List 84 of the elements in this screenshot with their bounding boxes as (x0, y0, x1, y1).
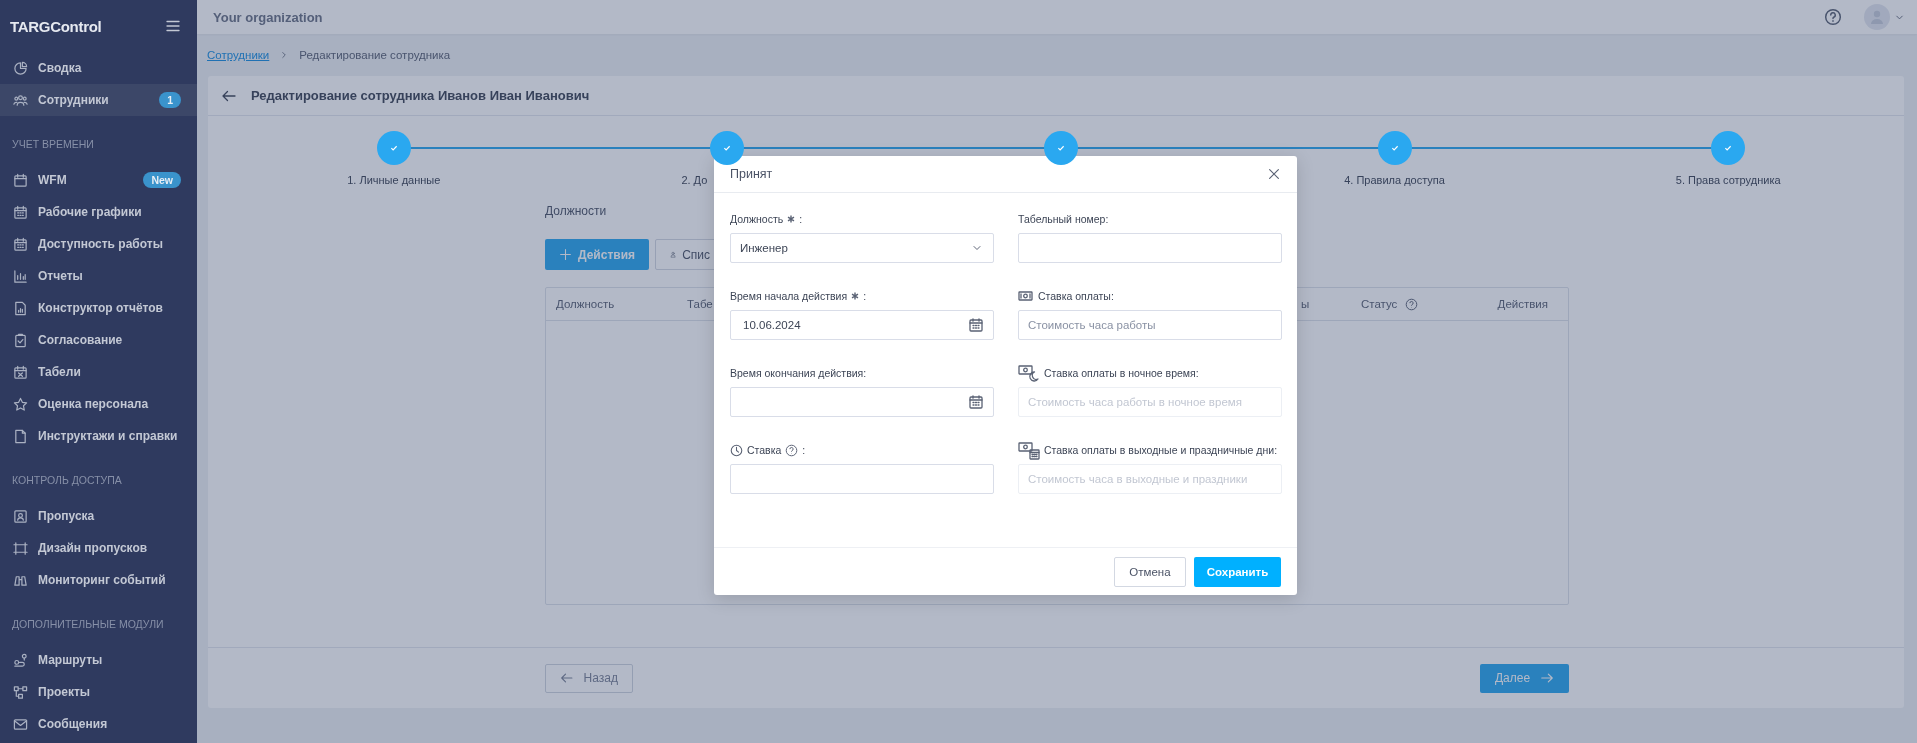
nodes-icon (13, 684, 28, 700)
step-label: 5. Права сотрудника (1675, 174, 1781, 186)
breadcrumb-current: Редактирование сотрудника (299, 49, 451, 61)
calendar-icon (968, 317, 984, 333)
close-icon (1267, 167, 1281, 181)
field-label: Время начала действия (730, 290, 848, 302)
field-label: Ставка оплаты в выходные и праздничные дни: (1044, 444, 1278, 456)
column-header: Действия (1497, 298, 1548, 310)
field-label: Ставка (747, 444, 782, 456)
column-header: Должность (556, 298, 615, 310)
label-colon: : (802, 444, 806, 456)
count-badge: New (143, 172, 181, 188)
sidebar-item[interactable]: Инструктажи и справки (0, 420, 197, 452)
clock-icon (730, 443, 743, 457)
sidebar-item[interactable]: Доступность работы (0, 228, 197, 260)
step-label: 4. Правила доступа (1344, 174, 1445, 186)
count-badge: 1 (159, 92, 181, 108)
sidebar-item[interactable]: Сводка (0, 52, 197, 84)
sidebar-item[interactable]: Мониторинг событий (0, 564, 197, 596)
sidebar-item[interactable]: WFM New (0, 164, 197, 196)
sidebar-item[interactable]: Рабочие графики (0, 196, 197, 228)
frame-design-icon (13, 540, 28, 556)
organization-name: Your organization (213, 9, 324, 25)
envelope-icon (13, 716, 28, 732)
chart-file-icon (13, 300, 28, 316)
input-field[interactable] (1018, 233, 1282, 263)
sidebar-item[interactable]: Дизайн пропусков (0, 532, 197, 564)
menu-icon (165, 18, 181, 34)
calendar-cross-icon (13, 364, 28, 380)
column-header: ы (1301, 298, 1310, 310)
step-label: 2. До (681, 174, 708, 186)
sidebar-item[interactable]: Сообщения (0, 708, 197, 740)
help-icon (1824, 8, 1842, 26)
sidebar-item[interactable]: Табели (0, 356, 197, 388)
calendar-icon (13, 236, 28, 252)
input-field[interactable]: Стоимость часа работы (1018, 310, 1282, 340)
sidebar-item[interactable]: Согласование (0, 324, 197, 356)
app-logo: TARGControl (10, 17, 102, 35)
banknote-moon-icon (1018, 362, 1040, 384)
avatar[interactable] (1864, 4, 1890, 30)
sidebar-item[interactable]: Пропуска (0, 500, 197, 532)
calendar-icon (13, 172, 28, 188)
clipboard-check-icon (13, 332, 28, 348)
route-icon (13, 652, 28, 668)
section-title: Должности (545, 203, 607, 220)
banknote-icon (1018, 288, 1034, 304)
date-field[interactable]: 10.06.2024 (730, 310, 994, 340)
calendar-icon (968, 394, 984, 410)
section-heading: ДОПОЛНИТЕЛЬНЫЕ МОДУЛИ (12, 618, 164, 630)
sidebar-item[interactable]: Конструктор отчётов (0, 292, 197, 324)
page-title: Редактирование сотрудника Иванов Иван Иванович (251, 88, 590, 103)
step-label: 1. Личные данные (347, 174, 441, 186)
bar-chart-icon (13, 268, 28, 284)
sidebar-item[interactable]: Маршруты (0, 644, 197, 676)
date-field[interactable] (730, 387, 994, 417)
sidebar-item[interactable]: Проекты (0, 676, 197, 708)
arrow-left-icon (560, 671, 574, 685)
users-icon (13, 92, 28, 108)
sidebar-item[interactable]: Сотрудники 1 (0, 84, 197, 116)
calendar-icon (13, 204, 28, 220)
dialog-title: Принят (730, 167, 773, 181)
sidebar-item[interactable]: Отчеты (0, 260, 197, 292)
pie-chart-icon (13, 60, 28, 76)
section-heading: УЧЕТ ВРЕМЕНИ (12, 138, 94, 150)
arrow-right-icon (1540, 671, 1555, 685)
label-colon: : (863, 290, 867, 302)
select-field[interactable]: Инженер (730, 233, 994, 263)
column-header: Табе (687, 298, 713, 310)
field-label: Ставка оплаты в ночное время: (1044, 367, 1199, 379)
section-heading: КОНТРОЛЬ ДОСТУПА (12, 474, 122, 486)
field-label: Время окончания действия: (730, 367, 867, 379)
column-header: Статус (1361, 298, 1398, 310)
label-colon: : (799, 213, 803, 225)
field-label: Должность (730, 213, 784, 225)
plus-icon (559, 248, 572, 261)
cancel-button[interactable]: Отмена (1114, 556, 1186, 587)
banknote-calendar-icon (1018, 439, 1040, 461)
id-card-icon (13, 508, 28, 524)
star-icon (13, 396, 28, 412)
field-label: Ставка оплаты: (1038, 290, 1114, 302)
input-field[interactable] (730, 464, 994, 494)
sidebar-item[interactable]: Оценка персонала (0, 388, 197, 420)
file-icon (13, 428, 28, 444)
field-label: Табельный номер: (1018, 213, 1109, 225)
